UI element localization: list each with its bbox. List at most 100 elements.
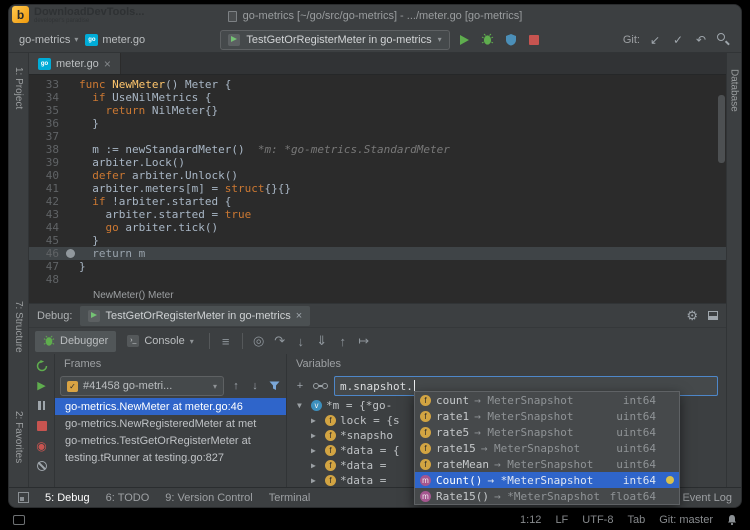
coverage-button[interactable] bbox=[503, 32, 519, 48]
code-line[interactable]: 34 if UseNilMetrics { bbox=[29, 91, 726, 104]
editor-tab-meter-go[interactable]: go meter.go × bbox=[29, 53, 121, 74]
code-line[interactable]: 42 if !arbiter.started { bbox=[29, 195, 726, 208]
code-line[interactable]: 38 m := newStandardMeter() *m: *go-metri… bbox=[29, 143, 726, 156]
tool-button-database[interactable]: Database bbox=[729, 69, 740, 112]
tab-debugger[interactable]: Debugger bbox=[35, 330, 117, 352]
code-line[interactable]: 47} bbox=[29, 260, 726, 273]
code-line[interactable]: 43 arbiter.started = true bbox=[29, 208, 726, 221]
hide-panel-icon[interactable] bbox=[708, 311, 718, 320]
title-bar[interactable]: b DownloadDevTools... developer's paradi… bbox=[9, 5, 741, 27]
gutter[interactable] bbox=[63, 78, 79, 91]
previous-frame-icon[interactable]: ↑ bbox=[229, 378, 243, 394]
code-line[interactable]: 37 bbox=[29, 130, 726, 143]
frame-item[interactable]: go-metrics.TestGetOrRegisterMeter at bbox=[55, 432, 286, 449]
tab-console[interactable]: ›_ Console ▾ bbox=[119, 331, 201, 352]
nav-breadcrumb-file[interactable]: go meter.go bbox=[85, 33, 145, 46]
gutter[interactable] bbox=[63, 156, 79, 169]
line-number[interactable]: 35 bbox=[29, 104, 63, 117]
gutter[interactable] bbox=[63, 221, 79, 234]
breakpoint-dot[interactable] bbox=[66, 249, 75, 258]
status-widget[interactable]: 1:12 bbox=[520, 514, 541, 526]
commit-icon[interactable]: ✓ bbox=[670, 31, 686, 49]
frame-item[interactable]: go-metrics.NewRegisteredMeter at met bbox=[55, 415, 286, 432]
gutter[interactable] bbox=[63, 260, 79, 273]
tool-window-switcher-icon[interactable] bbox=[18, 492, 29, 503]
mute-breakpoints-icon[interactable] bbox=[34, 458, 50, 473]
line-number[interactable]: 36 bbox=[29, 117, 63, 130]
gutter[interactable] bbox=[63, 169, 79, 182]
code-line[interactable]: 39 arbiter.Lock() bbox=[29, 156, 726, 169]
update-project-icon[interactable]: ↙ bbox=[647, 31, 663, 49]
tool-window-button[interactable]: Terminal bbox=[269, 492, 311, 504]
code-line[interactable]: 46 return m bbox=[29, 247, 726, 260]
code-line[interactable]: 36 } bbox=[29, 117, 726, 130]
pause-icon[interactable] bbox=[34, 398, 50, 413]
chevron-right-icon[interactable]: ▶ bbox=[311, 431, 321, 440]
run-button[interactable] bbox=[457, 32, 473, 48]
line-number[interactable]: 46 bbox=[29, 247, 63, 260]
step-into-icon[interactable]: ↓ bbox=[292, 332, 310, 350]
show-execution-point-icon[interactable]: ◎ bbox=[250, 332, 268, 350]
chevron-right-icon[interactable]: ▶ bbox=[311, 461, 321, 470]
line-number[interactable]: 41 bbox=[29, 182, 63, 195]
close-icon[interactable]: × bbox=[296, 310, 302, 322]
next-frame-icon[interactable]: ↓ bbox=[248, 378, 262, 394]
line-number[interactable]: 48 bbox=[29, 273, 63, 286]
tool-button-project[interactable]: 1: Project bbox=[13, 67, 24, 109]
notifications-bell-icon[interactable] bbox=[727, 514, 737, 526]
gutter[interactable] bbox=[63, 247, 79, 260]
search-everywhere-icon[interactable] bbox=[716, 32, 731, 47]
stop-icon[interactable] bbox=[34, 418, 50, 433]
debug-session-tab[interactable]: TestGetOrRegisterMeter in go-metrics × bbox=[80, 305, 311, 326]
gutter[interactable] bbox=[63, 104, 79, 117]
code-line[interactable]: 35 return NilMeter{} bbox=[29, 104, 726, 117]
line-number[interactable]: 44 bbox=[29, 221, 63, 234]
code-line[interactable]: 41 arbiter.meters[m] = struct{}{} bbox=[29, 182, 726, 195]
code-line[interactable]: 33 func NewMeter() Meter { bbox=[29, 78, 726, 91]
gutter[interactable] bbox=[63, 234, 79, 247]
completion-item[interactable]: m Rate15() → *MeterSnapshot float64 bbox=[415, 488, 679, 504]
view-breakpoints-icon[interactable]: ◉ bbox=[34, 438, 50, 453]
status-widget[interactable]: LF bbox=[555, 514, 568, 526]
tool-window-button[interactable]: Event Log bbox=[682, 492, 732, 504]
rerun-icon[interactable] bbox=[34, 358, 50, 373]
gutter[interactable] bbox=[63, 195, 79, 208]
nav-breadcrumb-project[interactable]: go-metrics ▾ bbox=[19, 34, 78, 46]
completion-item[interactable]: f rate5 → MeterSnapshot uint64 bbox=[415, 424, 679, 440]
line-number[interactable]: 38 bbox=[29, 143, 63, 156]
tool-window-button[interactable]: 5: Debug bbox=[45, 492, 90, 504]
status-widget[interactable]: Tab bbox=[627, 514, 645, 526]
run-config-selector[interactable]: TestGetOrRegisterMeter in go-metrics ▾ bbox=[220, 29, 450, 50]
stop-button[interactable] bbox=[526, 32, 542, 48]
code-line[interactable]: 45 } bbox=[29, 234, 726, 247]
line-number[interactable]: 42 bbox=[29, 195, 63, 208]
code-editor[interactable]: 33 func NewMeter() Meter {34 if UseNilMet… bbox=[29, 75, 726, 287]
rollback-icon[interactable]: ↶ bbox=[693, 31, 709, 49]
breadcrumb[interactable]: NewMeter() Meter bbox=[29, 287, 726, 303]
chevron-expanded-icon[interactable]: ▼ bbox=[297, 401, 307, 410]
status-widget[interactable]: UTF-8 bbox=[582, 514, 613, 526]
line-number[interactable]: 34 bbox=[29, 91, 63, 104]
chevron-right-icon[interactable]: ▶ bbox=[311, 416, 321, 425]
debug-button[interactable] bbox=[480, 32, 496, 48]
gutter[interactable] bbox=[63, 182, 79, 195]
gutter[interactable] bbox=[63, 130, 79, 143]
line-number[interactable]: 43 bbox=[29, 208, 63, 221]
gear-icon[interactable]: ⚙ bbox=[686, 308, 698, 324]
completion-item[interactable]: f rate1 → MeterSnapshot uint64 bbox=[415, 408, 679, 424]
line-number[interactable]: 37 bbox=[29, 130, 63, 143]
quick-access-icon[interactable] bbox=[13, 514, 25, 525]
gutter[interactable] bbox=[63, 208, 79, 221]
line-number[interactable]: 45 bbox=[29, 234, 63, 247]
code-line[interactable]: 44 go arbiter.tick() bbox=[29, 221, 726, 234]
step-out-icon[interactable]: ↑ bbox=[334, 332, 352, 350]
gutter[interactable] bbox=[63, 273, 79, 286]
line-number[interactable]: 33 bbox=[29, 78, 63, 91]
gutter[interactable] bbox=[63, 143, 79, 156]
gutter[interactable] bbox=[63, 117, 79, 130]
layout-settings-icon[interactable]: ≡ bbox=[217, 332, 235, 350]
frame-item[interactable]: testing.tRunner at testing.go:827 bbox=[55, 449, 286, 466]
completion-item[interactable]: f rateMean → MeterSnapshot uint64 bbox=[415, 456, 679, 472]
code-line[interactable]: 40 defer arbiter.Unlock() bbox=[29, 169, 726, 182]
completion-item[interactable]: m Count() → *MeterSnapshot int64 bbox=[415, 472, 679, 488]
